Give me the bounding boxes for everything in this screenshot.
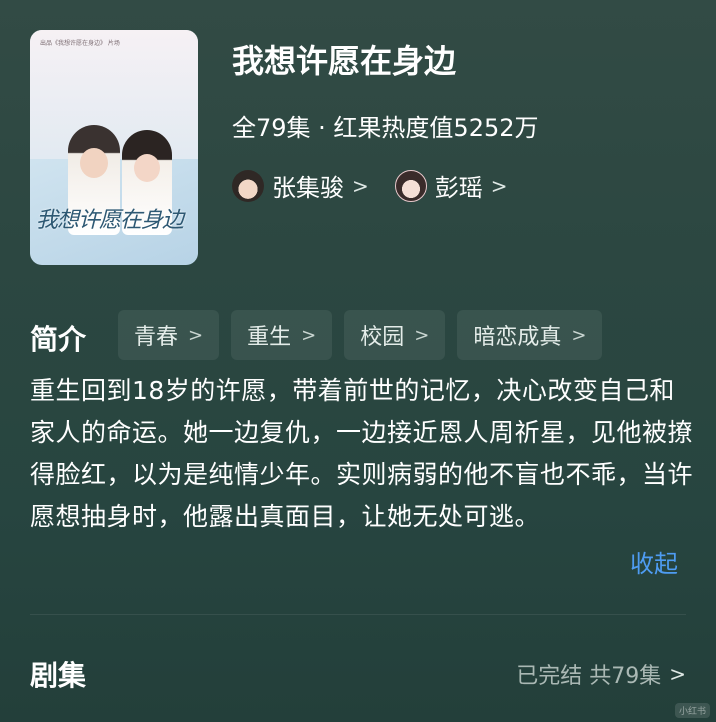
episodes-heading: 剧集	[30, 659, 87, 692]
poster-face-female	[134, 154, 160, 182]
show-title: 我想许愿在身边	[232, 42, 457, 80]
description-text: 重生回到18岁的许愿，带着前世的记忆，决心改变自己和家人的命运。她一边复仇，一边…	[30, 376, 694, 531]
cast-name: 彭瑶	[434, 174, 483, 202]
tag-label: 暗恋成真	[473, 325, 562, 350]
cast-item-zhangjijun[interactable]: 张集骏 >	[232, 168, 369, 203]
tag-qingchun[interactable]: 青春 >	[118, 310, 220, 360]
episodes-status-link[interactable]: 已完结 共79集 >	[516, 658, 686, 690]
avatar	[232, 169, 264, 202]
poster-image[interactable]: 出品《我想许愿在身边》 片场 我想许愿在身边	[30, 30, 198, 265]
tag-anlianchengzhen[interactable]: 暗恋成真 >	[457, 310, 603, 360]
collapse-button[interactable]: 收起	[630, 544, 678, 579]
section-divider	[30, 614, 686, 615]
chevron-right-icon: >	[571, 324, 587, 346]
episodes-status-text: 已完结 共79集	[516, 664, 662, 689]
tag-label: 校园	[360, 325, 405, 350]
chevron-right-icon: >	[188, 324, 204, 346]
tag-label: 青春	[134, 325, 179, 350]
poster-title-calligraphy: 我想许愿在身边	[36, 208, 184, 233]
chevron-right-icon: >	[414, 324, 430, 346]
chevron-right-icon: >	[301, 324, 317, 346]
chevron-right-icon: >	[669, 662, 686, 686]
tag-label: 重生	[247, 325, 292, 350]
chevron-right-icon: >	[490, 173, 508, 198]
poster-face-male	[80, 148, 108, 178]
poster-credit-text: 出品《我想许愿在身边》 片场	[40, 40, 120, 47]
cast-name: 张集骏	[272, 174, 344, 202]
show-meta: 全79集 · 红果热度值5252万	[232, 114, 539, 142]
tag-xiaoyuan[interactable]: 校园 >	[344, 310, 446, 360]
intro-heading: 简介	[30, 323, 87, 356]
cast-list: 张集骏 > 彭瑶 >	[232, 168, 508, 203]
tag-chongsheng[interactable]: 重生 >	[231, 310, 333, 360]
tag-list: 青春 > 重生 > 校园 > 暗恋成真 >	[118, 310, 603, 360]
avatar	[394, 169, 427, 202]
watermark-badge: 小红书	[674, 703, 710, 718]
cast-item-pengyao[interactable]: 彭瑶 >	[394, 168, 508, 203]
chevron-right-icon: >	[352, 173, 369, 198]
